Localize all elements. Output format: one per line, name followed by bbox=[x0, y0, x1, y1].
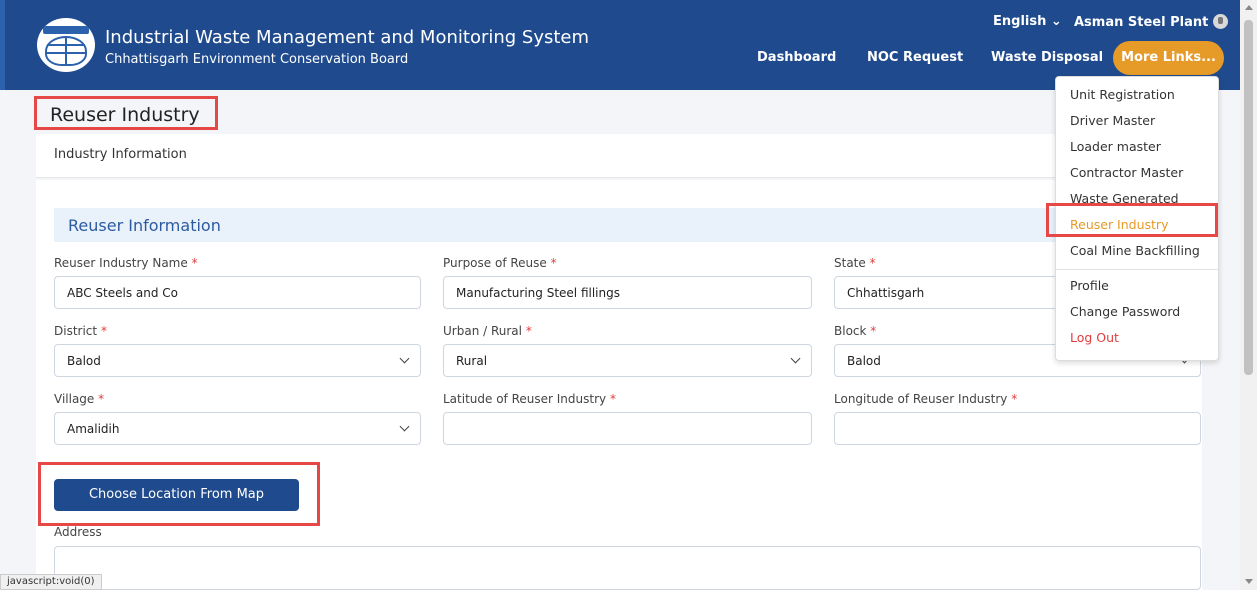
menu-item-contractor-master[interactable]: Contractor Master bbox=[1070, 165, 1183, 180]
urban-rural-label: Urban / Rural * bbox=[443, 324, 532, 338]
purpose-input[interactable]: Manufacturing Steel fillings bbox=[443, 276, 812, 309]
menu-item-unit-registration[interactable]: Unit Registration bbox=[1070, 87, 1175, 102]
nav-dashboard[interactable]: Dashboard bbox=[757, 50, 836, 65]
village-select[interactable]: Amalidih bbox=[54, 412, 421, 445]
menu-item-driver-master[interactable]: Driver Master bbox=[1070, 113, 1155, 128]
reuser-name-label: Reuser Industry Name * bbox=[54, 256, 198, 270]
card-header: Industry Information bbox=[36, 134, 1202, 178]
menu-item-change-password[interactable]: Change Password bbox=[1070, 304, 1180, 319]
address-textarea[interactable] bbox=[54, 546, 1201, 590]
form-card: Reuser Information bbox=[36, 180, 1202, 590]
user-name: Asman Steel Plant bbox=[1074, 15, 1209, 30]
user-menu[interactable]: Asman Steel Plant bbox=[1074, 14, 1229, 30]
chevron-down-icon bbox=[399, 421, 410, 432]
more-links-button[interactable]: More Links... bbox=[1113, 41, 1224, 75]
chevron-down-icon bbox=[399, 353, 410, 364]
longitude-label: Longitude of Reuser Industry * bbox=[834, 392, 1018, 406]
section-title: Reuser Information bbox=[68, 216, 221, 235]
purpose-label: Purpose of Reuse * bbox=[443, 256, 557, 270]
latitude-label: Latitude of Reuser Industry * bbox=[443, 392, 616, 406]
district-label: District * bbox=[54, 324, 107, 338]
page-scrollbar[interactable] bbox=[1240, 0, 1257, 590]
block-label: Block * bbox=[834, 324, 877, 338]
nav-noc-request[interactable]: NOC Request bbox=[867, 50, 963, 65]
menu-item-coal-mine-backfilling[interactable]: Coal Mine Backfilling bbox=[1070, 243, 1200, 258]
top-header: Industrial Waste Management and Monitori… bbox=[0, 0, 1240, 90]
state-label: State * bbox=[834, 256, 876, 270]
longitude-input[interactable] bbox=[834, 412, 1201, 445]
menu-item-loader-master[interactable]: Loader master bbox=[1070, 139, 1161, 154]
browser-status-bar: javascript:void(0) bbox=[0, 574, 102, 590]
reuser-name-input[interactable]: ABC Steels and Co bbox=[54, 276, 421, 309]
chevron-down-icon bbox=[790, 353, 801, 364]
district-select[interactable]: Balod bbox=[54, 344, 421, 377]
menu-divider bbox=[1056, 269, 1220, 270]
address-label: Address bbox=[54, 525, 102, 539]
menu-item-highlight bbox=[1046, 203, 1218, 237]
section-header: Reuser Information bbox=[54, 208, 1202, 242]
nav-waste-disposal[interactable]: Waste Disposal bbox=[991, 50, 1103, 65]
menu-item-profile[interactable]: Profile bbox=[1070, 278, 1109, 293]
scroll-thumb[interactable] bbox=[1244, 20, 1253, 375]
board-logo-icon[interactable] bbox=[37, 18, 95, 72]
latitude-input[interactable] bbox=[443, 412, 812, 445]
choose-location-button[interactable]: Choose Location From Map bbox=[54, 479, 299, 511]
language-selector[interactable]: English ⌄ bbox=[993, 14, 1062, 29]
site-subtitle: Chhattisgarh Environment Conservation Bo… bbox=[105, 52, 409, 67]
site-title: Industrial Waste Management and Monitori… bbox=[105, 27, 590, 48]
village-label: Village * bbox=[54, 392, 105, 406]
menu-item-log-out[interactable]: Log Out bbox=[1070, 330, 1119, 345]
scroll-down-icon[interactable] bbox=[1245, 579, 1253, 584]
scroll-up-icon[interactable] bbox=[1245, 5, 1253, 10]
card-header-title: Industry Information bbox=[54, 147, 187, 162]
page-title: Reuser Industry bbox=[50, 104, 200, 126]
user-avatar-icon bbox=[1213, 14, 1229, 29]
urban-rural-select[interactable]: Rural bbox=[443, 344, 812, 377]
